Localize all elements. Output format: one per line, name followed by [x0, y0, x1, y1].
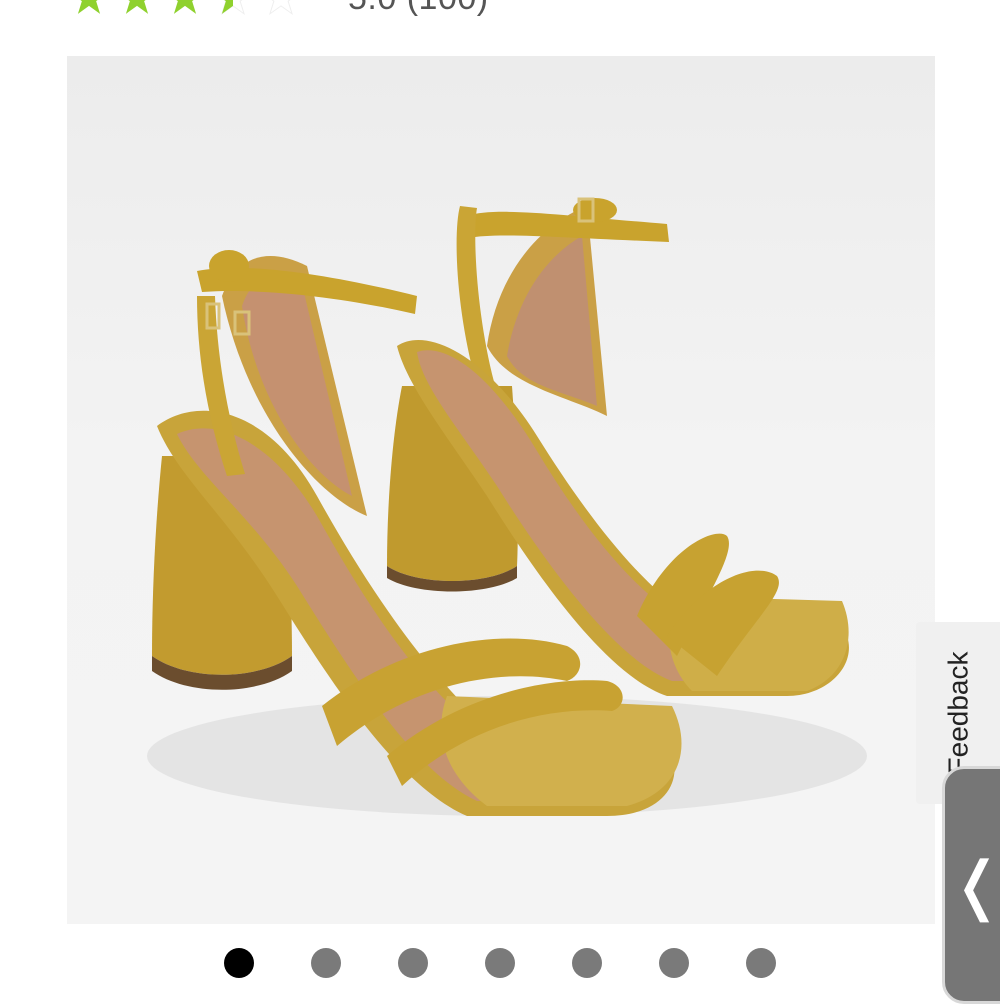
product-image[interactable] — [67, 56, 935, 924]
star-half-icon — [221, 0, 245, 16]
rating-score: 5.0 — [348, 0, 397, 17]
star-icon — [125, 0, 149, 14]
rating-row: 5.0 (100) — [70, 0, 489, 18]
carousel-dot[interactable] — [398, 948, 428, 978]
star-icon — [173, 0, 197, 14]
review-count: (100) — [407, 0, 489, 17]
carousel-dot[interactable] — [659, 948, 689, 978]
carousel-dot[interactable] — [311, 948, 341, 978]
sandal-illustration — [147, 197, 867, 816]
carousel-dot[interactable] — [746, 948, 776, 978]
carousel-dot[interactable] — [572, 948, 602, 978]
chevron-left-icon: ❬ — [950, 849, 1000, 921]
carousel-dot-active[interactable] — [224, 948, 254, 978]
star-empty-icon — [269, 0, 293, 16]
carousel-dots — [224, 948, 776, 978]
carousel-dot[interactable] — [485, 948, 515, 978]
rating-value: 5.0 (100) — [348, 0, 489, 18]
feedback-label: Feedback — [942, 651, 973, 775]
star-icon — [77, 0, 101, 14]
side-panel-toggle[interactable]: ❬ — [942, 766, 1000, 1004]
star-rating — [70, 0, 300, 17]
